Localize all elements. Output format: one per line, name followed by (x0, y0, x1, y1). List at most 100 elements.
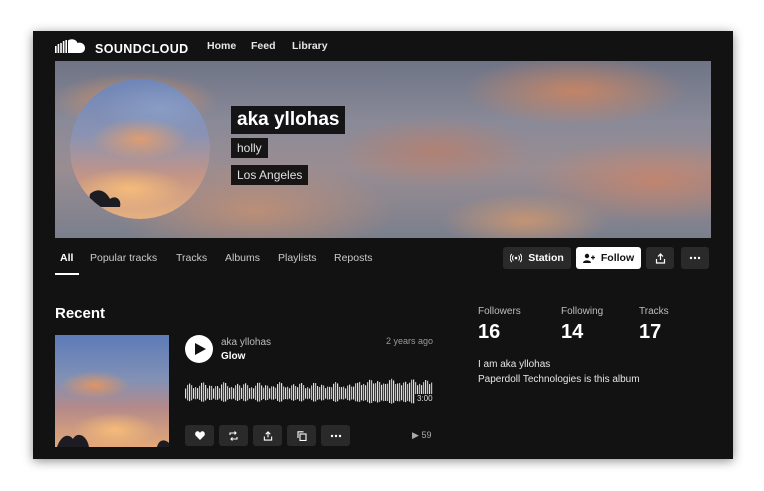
tab-tracks[interactable]: Tracks (176, 252, 207, 264)
waveform-bar (279, 382, 281, 402)
tab-playlists[interactable]: Playlists (278, 252, 317, 264)
copy-link-button[interactable] (287, 425, 316, 446)
waveform-bar (195, 387, 197, 400)
waveform-bar (189, 383, 191, 402)
waveform-bar (315, 383, 317, 402)
followers-label[interactable]: Followers (478, 306, 521, 317)
artwork-tree-silhouette (57, 434, 169, 447)
tab-reposts[interactable]: Reposts (334, 252, 373, 264)
avatar-tree-silhouette (88, 190, 121, 207)
waveform-bar (317, 386, 319, 400)
following-label[interactable]: Following (561, 306, 603, 317)
waveform-bar (323, 385, 325, 401)
waveform-bar (365, 385, 367, 401)
waveform-bar (347, 385, 349, 401)
profile-name: aka yllohas (231, 106, 346, 134)
waveform-bar (227, 386, 229, 400)
tracks-count[interactable]: 17 (639, 321, 661, 344)
waveform-bar (335, 382, 337, 402)
waveform-bar (331, 387, 333, 400)
track-share-button[interactable] (253, 425, 282, 446)
waveform-bar (299, 383, 301, 402)
tab-popular-tracks[interactable]: Popular tracks (90, 252, 157, 264)
waveform-bar (243, 384, 245, 401)
waveform-bar (359, 381, 361, 403)
waveform[interactable] (185, 376, 433, 414)
waveform-bar (281, 383, 283, 402)
share-icon (655, 252, 666, 264)
waveform-bar (391, 378, 393, 404)
waveform-bar (345, 388, 347, 399)
track-artwork[interactable] (55, 335, 169, 447)
waveform-bar (261, 385, 263, 401)
tracks-label[interactable]: Tracks (639, 306, 669, 317)
waveform-bar (201, 382, 203, 402)
follow-button[interactable]: Follow (576, 247, 641, 269)
more-button[interactable] (681, 247, 709, 269)
waveform-bar (385, 383, 387, 401)
following-count[interactable]: 14 (561, 321, 583, 344)
bio-line-2: Paperdoll Technologies is this album (478, 374, 640, 385)
waveform-bar (383, 383, 385, 402)
waveform-bar (293, 384, 295, 401)
like-button[interactable] (185, 425, 214, 446)
profile-username: holly (231, 138, 268, 158)
waveform-bar (311, 385, 313, 401)
play-button[interactable] (185, 335, 213, 363)
waveform-bar (379, 382, 381, 402)
waveform-bar (259, 382, 261, 402)
waveform-bar (387, 383, 389, 402)
waveform-bar (341, 387, 343, 400)
avatar[interactable] (70, 79, 210, 219)
waveform-bar (291, 385, 293, 401)
waveform-bar (389, 380, 391, 403)
waveform-bar (263, 387, 265, 399)
waveform-bar (231, 386, 233, 400)
waveform-bar (221, 384, 223, 401)
waveform-bar (405, 381, 407, 403)
followers-count[interactable]: 16 (478, 321, 500, 344)
waveform-bar (207, 388, 209, 399)
nav-library[interactable]: Library (292, 40, 328, 52)
play-count-value: 59 (421, 430, 432, 440)
tab-albums[interactable]: Albums (225, 252, 260, 264)
station-button[interactable]: Station (503, 247, 571, 269)
more-dots-icon (689, 256, 701, 260)
waveform-bar (225, 382, 227, 402)
waveform-bar (251, 387, 253, 400)
nav-feed[interactable]: Feed (251, 40, 276, 52)
repost-button[interactable] (219, 425, 248, 446)
tab-all[interactable]: All (60, 252, 73, 264)
nav-home[interactable]: Home (207, 40, 236, 52)
profile-banner: aka yllohas holly Los Angeles (55, 61, 711, 238)
track-artist[interactable]: aka yllohas (221, 337, 271, 348)
waveform-bar (235, 385, 237, 401)
play-count: ▶ 59 (412, 430, 431, 441)
share-button[interactable] (646, 247, 674, 269)
waveform-bar (399, 383, 401, 402)
track-more-button[interactable] (321, 425, 350, 446)
waveform-bar (241, 387, 243, 399)
waveform-bar (217, 386, 219, 400)
waveform-bar (297, 387, 299, 400)
waveform-bar (309, 388, 311, 399)
waveform-bar (247, 385, 249, 401)
track-title[interactable]: Glow (221, 351, 245, 362)
waveform-bar (325, 388, 327, 399)
waveform-bar (393, 380, 395, 403)
waveform-bar (287, 386, 289, 400)
waveform-bar (185, 388, 187, 399)
waveform-bar (381, 384, 383, 401)
waveform-bar (211, 385, 213, 400)
waveform-bar (213, 388, 215, 399)
soundcloud-logo[interactable]: SOUNDCLOUD (55, 38, 189, 59)
waveform-bar (267, 385, 269, 401)
waveform-bar (289, 388, 291, 399)
waveform-bar (305, 388, 307, 399)
waveform-bar (277, 384, 279, 401)
heart-icon (194, 431, 205, 440)
station-label: Station (528, 252, 564, 264)
waveform-bar (313, 382, 315, 402)
waveform-bar (255, 385, 257, 401)
waveform-bar (401, 385, 403, 401)
